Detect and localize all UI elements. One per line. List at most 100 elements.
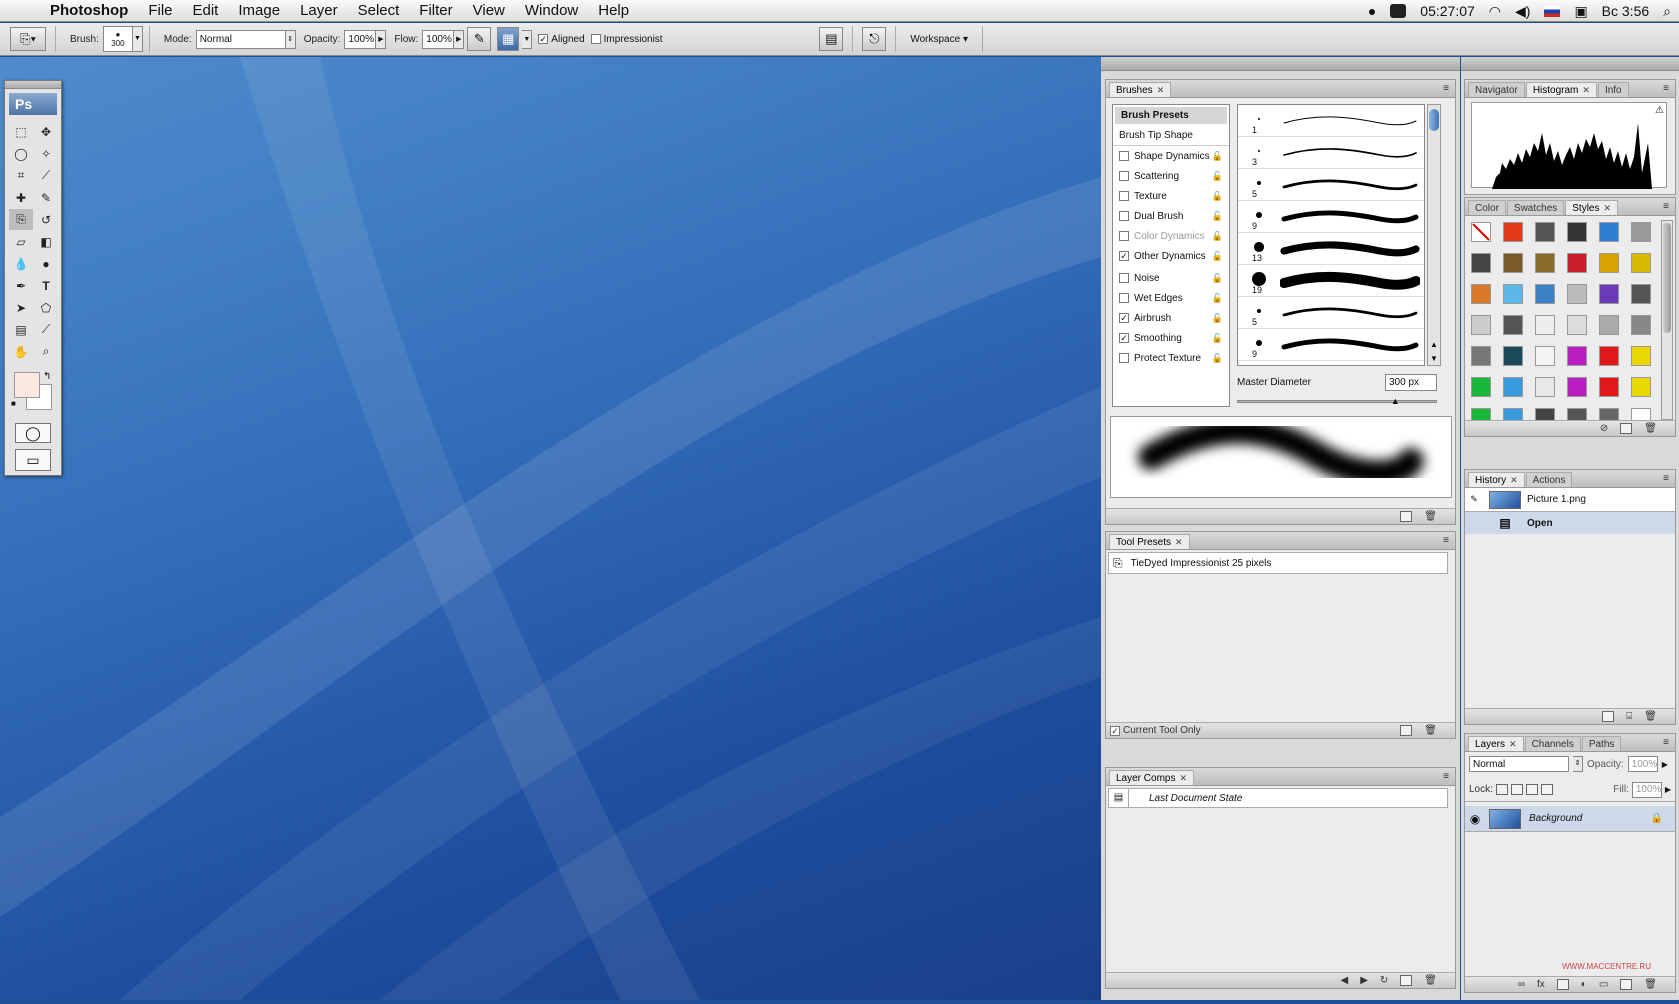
magic-wand-tool-icon[interactable]: ✧ [34, 143, 58, 164]
brush-option-checkbox[interactable] [1119, 171, 1129, 181]
tab-layers[interactable]: Layers ✕ [1468, 736, 1524, 751]
brush-option-dual-brush[interactable]: Dual Brush 🔓 [1113, 206, 1229, 226]
mode-select-arrow-icon[interactable]: ⇕ [285, 29, 296, 49]
opacity-field[interactable]: 100% [344, 29, 377, 49]
airbrush-toggle-icon[interactable]: ✎ [467, 27, 492, 51]
brush-option-noise[interactable]: Noise 🔓 [1113, 268, 1229, 288]
volume-icon[interactable]: ◀) [1515, 3, 1530, 20]
brush-preset-row[interactable]: 3 [1238, 137, 1424, 169]
history-step-row[interactable]: ▤ Open [1465, 512, 1675, 534]
brush-tip-shape-item[interactable]: Brush Tip Shape [1113, 126, 1229, 146]
style-swatch[interactable] [1471, 377, 1491, 397]
shape-tool-icon[interactable]: ⬠ [34, 297, 58, 318]
new-preset-icon[interactable] [1400, 725, 1413, 736]
clear-style-icon[interactable]: ⊘ [1600, 423, 1608, 434]
brush-option-checkbox[interactable] [1119, 353, 1129, 363]
tab-layer-comps[interactable]: Layer Comps ✕ [1109, 770, 1195, 785]
style-swatch[interactable] [1631, 377, 1651, 397]
lock-icon[interactable]: 🔓 [1212, 353, 1223, 364]
style-swatch[interactable] [1567, 284, 1587, 304]
scroll-down-arrow-icon[interactable]: ▼ [1430, 354, 1438, 363]
lock-transparent-icon[interactable] [1495, 784, 1508, 795]
pattern-picker-arrow-icon[interactable]: ▼ [522, 29, 533, 49]
new-style-icon[interactable] [1620, 423, 1633, 434]
close-icon[interactable]: ✕ [1175, 537, 1183, 548]
palette-dock-header[interactable] [1101, 57, 1460, 71]
menu-select[interactable]: Select [348, 2, 410, 19]
tab-color[interactable]: Color [1468, 200, 1506, 215]
style-swatch[interactable] [1503, 253, 1523, 273]
style-swatch[interactable] [1599, 346, 1619, 366]
close-icon[interactable]: ✕ [1157, 85, 1165, 96]
trash-icon[interactable]: 🗑 [1644, 423, 1657, 434]
lock-icon[interactable]: 🔓 [1212, 191, 1223, 202]
new-group-icon[interactable]: ▭ [1599, 979, 1608, 990]
trash-icon[interactable]: 🗑 [1424, 975, 1437, 986]
menu-edit[interactable]: Edit [183, 2, 229, 19]
styles-scrollbar[interactable] [1661, 220, 1673, 420]
master-diameter-slider[interactable]: ▲ [1237, 396, 1437, 406]
previous-comp-icon[interactable]: ◀ [1341, 975, 1349, 986]
menu-help[interactable]: Help [588, 2, 639, 19]
lock-icon[interactable]: 🔓 [1212, 333, 1223, 344]
palette-menu-icon[interactable]: ≡ [1663, 737, 1669, 748]
opacity-arrow-icon[interactable]: ▶ [1662, 760, 1668, 769]
layer-row-background[interactable]: ◉ Background 🔒 [1465, 806, 1675, 832]
close-icon[interactable]: ✕ [1510, 475, 1518, 486]
photoshop-logo[interactable]: Ps [9, 93, 57, 115]
menu-window[interactable]: Window [515, 2, 588, 19]
brush-preset-row[interactable]: 13 [1238, 233, 1424, 265]
style-swatch[interactable] [1599, 222, 1619, 242]
brush-presets-scrollbar[interactable]: ▲ ▼ [1427, 104, 1441, 366]
brush-option-checkbox[interactable]: ✓ [1119, 313, 1129, 323]
bridge-icon[interactable]: ⎋ [862, 27, 887, 51]
scroll-thumb[interactable] [1663, 223, 1671, 333]
new-brush-icon[interactable] [1400, 511, 1413, 522]
quick-mask-icon[interactable]: ◯ [15, 423, 51, 443]
current-tool-only-checkbox[interactable]: ✓ [1110, 725, 1120, 736]
clock[interactable]: Вс 3:56 [1602, 3, 1649, 19]
brush-preset-row[interactable]: 1 [1238, 105, 1424, 137]
lock-icon[interactable]: 🔓 [1212, 313, 1223, 324]
brush-option-airbrush[interactable]: ✓ Airbrush 🔓 [1113, 308, 1229, 328]
wifi-icon[interactable]: ◠ [1489, 3, 1501, 20]
path-selection-tool-icon[interactable]: ➤ [9, 297, 33, 318]
tab-tool-presets[interactable]: Tool Presets ✕ [1109, 534, 1190, 549]
lock-icon[interactable]: 🔓 [1212, 171, 1223, 182]
scroll-up-arrow-icon[interactable]: ▲ [1430, 340, 1438, 349]
blur-tool-icon[interactable]: 💧 [9, 253, 33, 274]
blend-mode-select[interactable]: Normal [1469, 756, 1569, 772]
style-swatch[interactable] [1631, 284, 1651, 304]
notes-tool-icon[interactable]: ▤ [9, 319, 33, 340]
hand-tool-icon[interactable]: ✋ [9, 341, 33, 362]
menu-filter[interactable]: Filter [409, 2, 462, 19]
eyedropper-tool-icon[interactable]: ⟋ [34, 319, 58, 340]
style-swatch[interactable] [1503, 377, 1523, 397]
palette-menu-icon[interactable]: ≡ [1663, 201, 1669, 212]
dodge-tool-icon[interactable]: ● [34, 253, 58, 274]
brush-option-checkbox[interactable]: ✓ [1119, 333, 1129, 343]
healing-brush-tool-icon[interactable]: ✚ [9, 187, 33, 208]
palette-menu-icon[interactable]: ≡ [1443, 83, 1449, 94]
time-readout[interactable]: 05:27:07 [1420, 3, 1475, 19]
tab-brushes[interactable]: Brushes ✕ [1109, 82, 1172, 97]
brush-preset-row[interactable]: 19 [1238, 265, 1424, 297]
style-swatch[interactable] [1535, 284, 1555, 304]
menu-file[interactable]: File [138, 2, 182, 19]
style-swatch[interactable] [1567, 377, 1587, 397]
close-icon[interactable]: ✕ [1582, 85, 1590, 96]
style-swatch[interactable] [1535, 377, 1555, 397]
trash-icon[interactable]: 🗑 [1644, 711, 1657, 722]
style-swatch[interactable] [1535, 346, 1555, 366]
new-document-from-state-icon[interactable] [1602, 711, 1615, 722]
impressionist-checkbox[interactable] [590, 34, 601, 44]
style-swatch[interactable] [1535, 315, 1555, 335]
brush-option-color-dynamics[interactable]: Color Dynamics 🔓 [1113, 226, 1229, 246]
blend-mode-arrow-icon[interactable]: ⇕ [1573, 756, 1583, 772]
gradient-tool-icon[interactable]: ◧ [34, 231, 58, 252]
spotlight-icon[interactable]: ⌕ [1663, 3, 1671, 20]
close-icon[interactable]: ✕ [1509, 739, 1517, 750]
scroll-thumb[interactable] [1429, 109, 1439, 131]
style-swatch[interactable] [1471, 284, 1491, 304]
slice-tool-icon[interactable]: ⟋ [34, 165, 58, 186]
